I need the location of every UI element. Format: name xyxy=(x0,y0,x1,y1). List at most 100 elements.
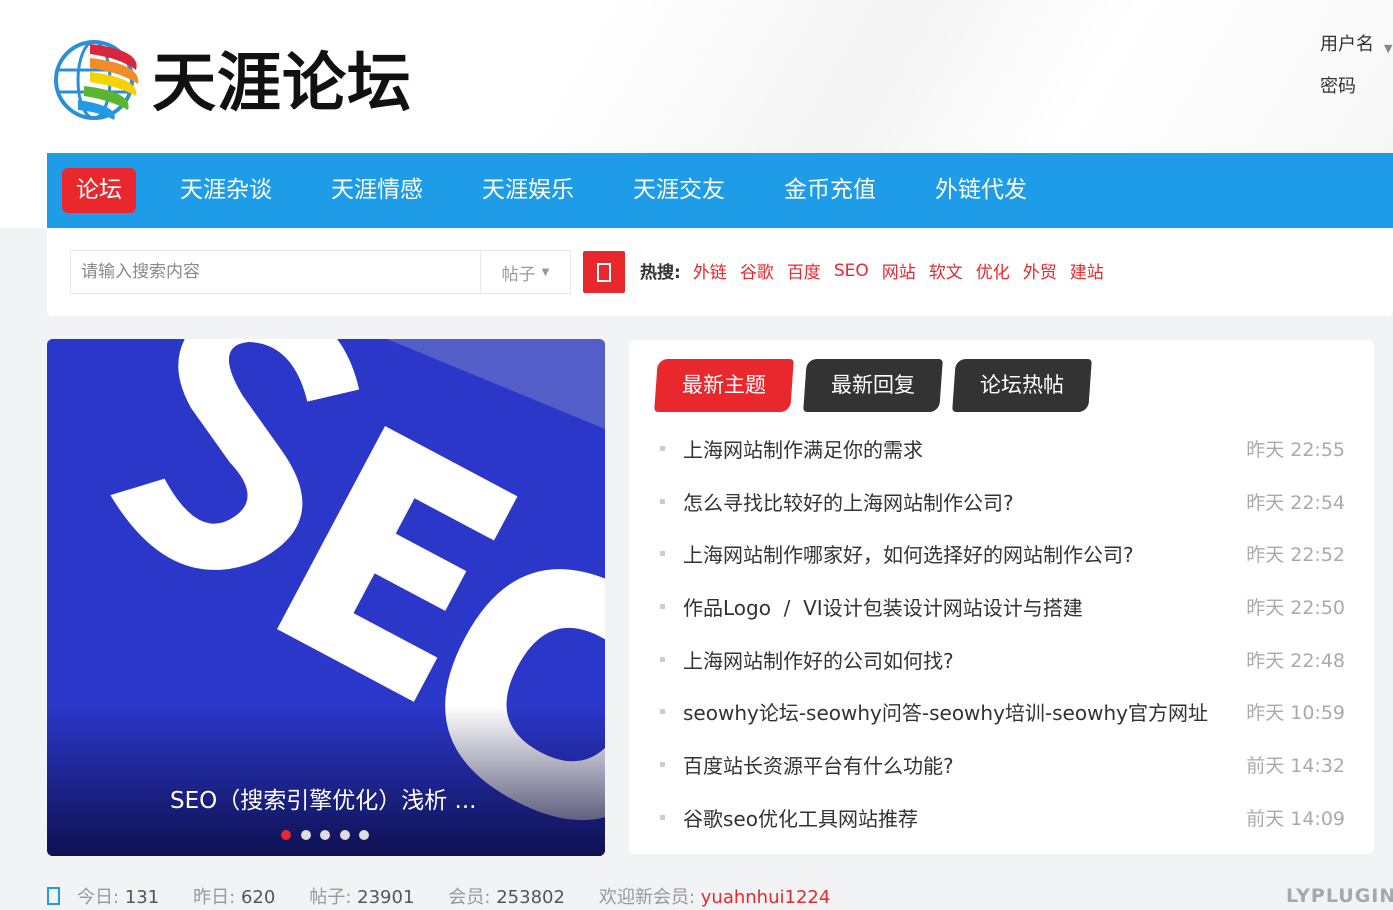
topic-time: 昨天 10:59 xyxy=(1246,702,1345,725)
list-item[interactable]: 上海网站制作哪家好，如何选择好的网站制作公司? 昨天 22:52 xyxy=(660,527,1345,580)
search-icon xyxy=(597,262,611,282)
tab-hot-posts[interactable]: 论坛热帖 xyxy=(952,359,1092,412)
bullet-icon xyxy=(660,551,665,557)
tab-label: 最新回复 xyxy=(831,373,915,397)
search-bar: 帖子 ▼ 热搜: 外链 谷歌 百度 SEO 网站 软文 优化 外贸 建站 xyxy=(47,228,1393,316)
nav-item-entertainment[interactable]: 天涯娱乐 xyxy=(482,168,574,213)
bullet-icon xyxy=(660,603,665,609)
hot-link[interactable]: 谷歌 xyxy=(740,258,774,283)
slider-dots xyxy=(281,830,379,840)
stat-newest-member: 欢迎新会员: yuahnhui1224 xyxy=(599,883,830,909)
nav-item-chat[interactable]: 天涯杂谈 xyxy=(180,168,272,213)
watermark: LYPLUGIN xyxy=(1286,885,1393,907)
bullet-icon xyxy=(660,656,665,662)
bullet-icon xyxy=(660,498,665,504)
stat-today: 今日: 131 xyxy=(77,883,159,909)
topic-title[interactable]: 上海网站制作哪家好，如何选择好的网站制作公司? xyxy=(683,539,1134,568)
hot-link[interactable]: SEO xyxy=(834,261,869,281)
bullet-icon xyxy=(660,761,665,767)
hot-search: 热搜: 外链 谷歌 百度 SEO 网站 软文 优化 外贸 建站 xyxy=(640,258,1117,284)
search-button[interactable] xyxy=(583,251,625,293)
slider-dot[interactable] xyxy=(300,830,311,840)
search-input[interactable] xyxy=(70,250,480,294)
stat-label: 昨日: xyxy=(193,887,236,908)
topic-title[interactable]: 怎么寻找比较好的上海网站制作公司? xyxy=(683,487,1014,516)
stat-label: 帖子: xyxy=(309,887,352,908)
stat-yesterday: 昨日: 620 xyxy=(193,883,275,909)
stat-posts: 帖子: 23901 xyxy=(309,883,414,909)
topic-time: 昨天 22:54 xyxy=(1246,491,1345,514)
list-item[interactable]: 怎么寻找比较好的上海网站制作公司? 昨天 22:54 xyxy=(660,475,1345,528)
hot-link[interactable]: 建站 xyxy=(1070,258,1104,283)
list-item[interactable]: 作品Logo / VI设计包装设计网站设计与搭建 昨天 22:50 xyxy=(660,580,1345,633)
login-area: 用户名 ▼ 密码 xyxy=(1320,34,1392,118)
topic-time: 前天 14:32 xyxy=(1246,754,1345,777)
slider-dot[interactable] xyxy=(339,830,350,840)
stat-value: 253802 xyxy=(496,887,565,908)
list-item[interactable]: 谷歌seo优化工具网站推荐 前天 14:09 xyxy=(660,791,1345,844)
stat-members: 会员: 253802 xyxy=(448,883,565,909)
slider-dot[interactable] xyxy=(359,830,369,840)
tab-latest-replies[interactable]: 最新回复 xyxy=(803,359,943,412)
topic-title[interactable]: 百度站长资源平台有什么功能? xyxy=(683,750,954,779)
stat-value: 131 xyxy=(124,887,160,908)
topic-time: 昨天 22:55 xyxy=(1246,438,1345,461)
topic-time: 昨天 22:48 xyxy=(1246,649,1345,672)
nav-item-emotion[interactable]: 天涯情感 xyxy=(331,168,423,213)
password-label: 密码 xyxy=(1320,76,1356,97)
topic-tabs: 最新主题 最新回复 论坛热帖 xyxy=(654,359,1103,412)
list-item[interactable]: seowhy论坛-seowhy问答-seowhy培训-seowhy官方网址 昨天… xyxy=(660,685,1345,738)
globe-logo-icon xyxy=(54,39,139,120)
topics-panel: 最新主题 最新回复 论坛热帖 上海网站制作满足你的需求 昨天 22:55 怎么寻… xyxy=(629,340,1374,854)
password-field[interactable]: 密码 xyxy=(1320,76,1392,118)
featured-slider[interactable]: SEO（搜索引擎优化）浅析 ... xyxy=(47,339,605,856)
topic-title[interactable]: seowhy论坛-seowhy问答-seowhy培训-seowhy官方网址 xyxy=(683,697,1208,726)
hot-link[interactable]: 百度 xyxy=(787,258,821,283)
hot-link[interactable]: 软文 xyxy=(929,258,963,283)
newest-member-link[interactable]: yuahnhui1224 xyxy=(701,887,831,908)
nav-item-dating[interactable]: 天涯交友 xyxy=(633,168,725,213)
slider-dot[interactable] xyxy=(320,830,330,840)
username-field[interactable]: 用户名 ▼ xyxy=(1320,34,1392,76)
stats-icon xyxy=(47,887,60,905)
site-logo[interactable]: 天涯论坛 xyxy=(50,30,440,125)
hot-search-label: 热搜: xyxy=(640,263,681,283)
stat-label: 欢迎新会员: xyxy=(598,887,696,908)
tab-label: 论坛热帖 xyxy=(980,373,1064,397)
bullet-icon xyxy=(660,445,665,451)
nav-item-forum[interactable]: 论坛 xyxy=(62,168,136,213)
slider-dot[interactable] xyxy=(281,830,291,840)
hot-link[interactable]: 外链 xyxy=(693,258,727,283)
topic-title[interactable]: 谷歌seo优化工具网站推荐 xyxy=(683,803,918,832)
hot-link[interactable]: 外贸 xyxy=(1023,258,1057,283)
list-item[interactable]: 上海网站制作好的公司如何找? 昨天 22:48 xyxy=(660,633,1345,686)
topic-list: 上海网站制作满足你的需求 昨天 22:55 怎么寻找比较好的上海网站制作公司? … xyxy=(660,422,1345,844)
forum-stats: 今日: 131 昨日: 620 帖子: 23901 会员: 253802 欢迎新… xyxy=(47,883,864,909)
hot-link[interactable]: 优化 xyxy=(976,258,1010,283)
caret-down-icon[interactable]: ▼ xyxy=(1384,38,1392,60)
bullet-icon xyxy=(660,814,665,820)
nav-item-recharge[interactable]: 金币充值 xyxy=(784,168,876,213)
tab-latest-topics[interactable]: 最新主题 xyxy=(654,359,794,412)
topic-time: 昨天 22:52 xyxy=(1246,544,1345,567)
topic-time: 前天 14:09 xyxy=(1246,807,1345,830)
caret-down-icon: ▼ xyxy=(541,266,550,278)
stat-value: 620 xyxy=(240,887,276,908)
list-item[interactable]: 上海网站制作满足你的需求 昨天 22:55 xyxy=(660,422,1345,475)
topic-title[interactable]: 上海网站制作好的公司如何找? xyxy=(683,645,954,674)
topic-title[interactable]: 作品Logo / VI设计包装设计网站设计与搭建 xyxy=(683,592,1083,621)
tab-label: 最新主题 xyxy=(682,373,766,397)
bullet-icon xyxy=(660,709,665,715)
topic-time: 昨天 22:50 xyxy=(1246,596,1345,619)
main-nav: 论坛 天涯杂谈 天涯情感 天涯娱乐 天涯交友 金币充值 外链代发 xyxy=(47,153,1393,228)
list-item[interactable]: 百度站长资源平台有什么功能? 前天 14:32 xyxy=(660,738,1345,791)
slide-caption[interactable]: SEO（搜索引擎优化）浅析 ... xyxy=(170,781,476,815)
hot-link[interactable]: 网站 xyxy=(882,258,916,283)
stat-label: 会员: xyxy=(448,887,491,908)
search-type-select[interactable]: 帖子 ▼ xyxy=(480,250,571,294)
search-type-label: 帖子 xyxy=(501,264,536,285)
stat-value: 23901 xyxy=(357,887,415,908)
topic-title[interactable]: 上海网站制作满足你的需求 xyxy=(683,434,923,463)
nav-item-backlinks[interactable]: 外链代发 xyxy=(935,168,1027,213)
username-label: 用户名 xyxy=(1320,34,1374,55)
